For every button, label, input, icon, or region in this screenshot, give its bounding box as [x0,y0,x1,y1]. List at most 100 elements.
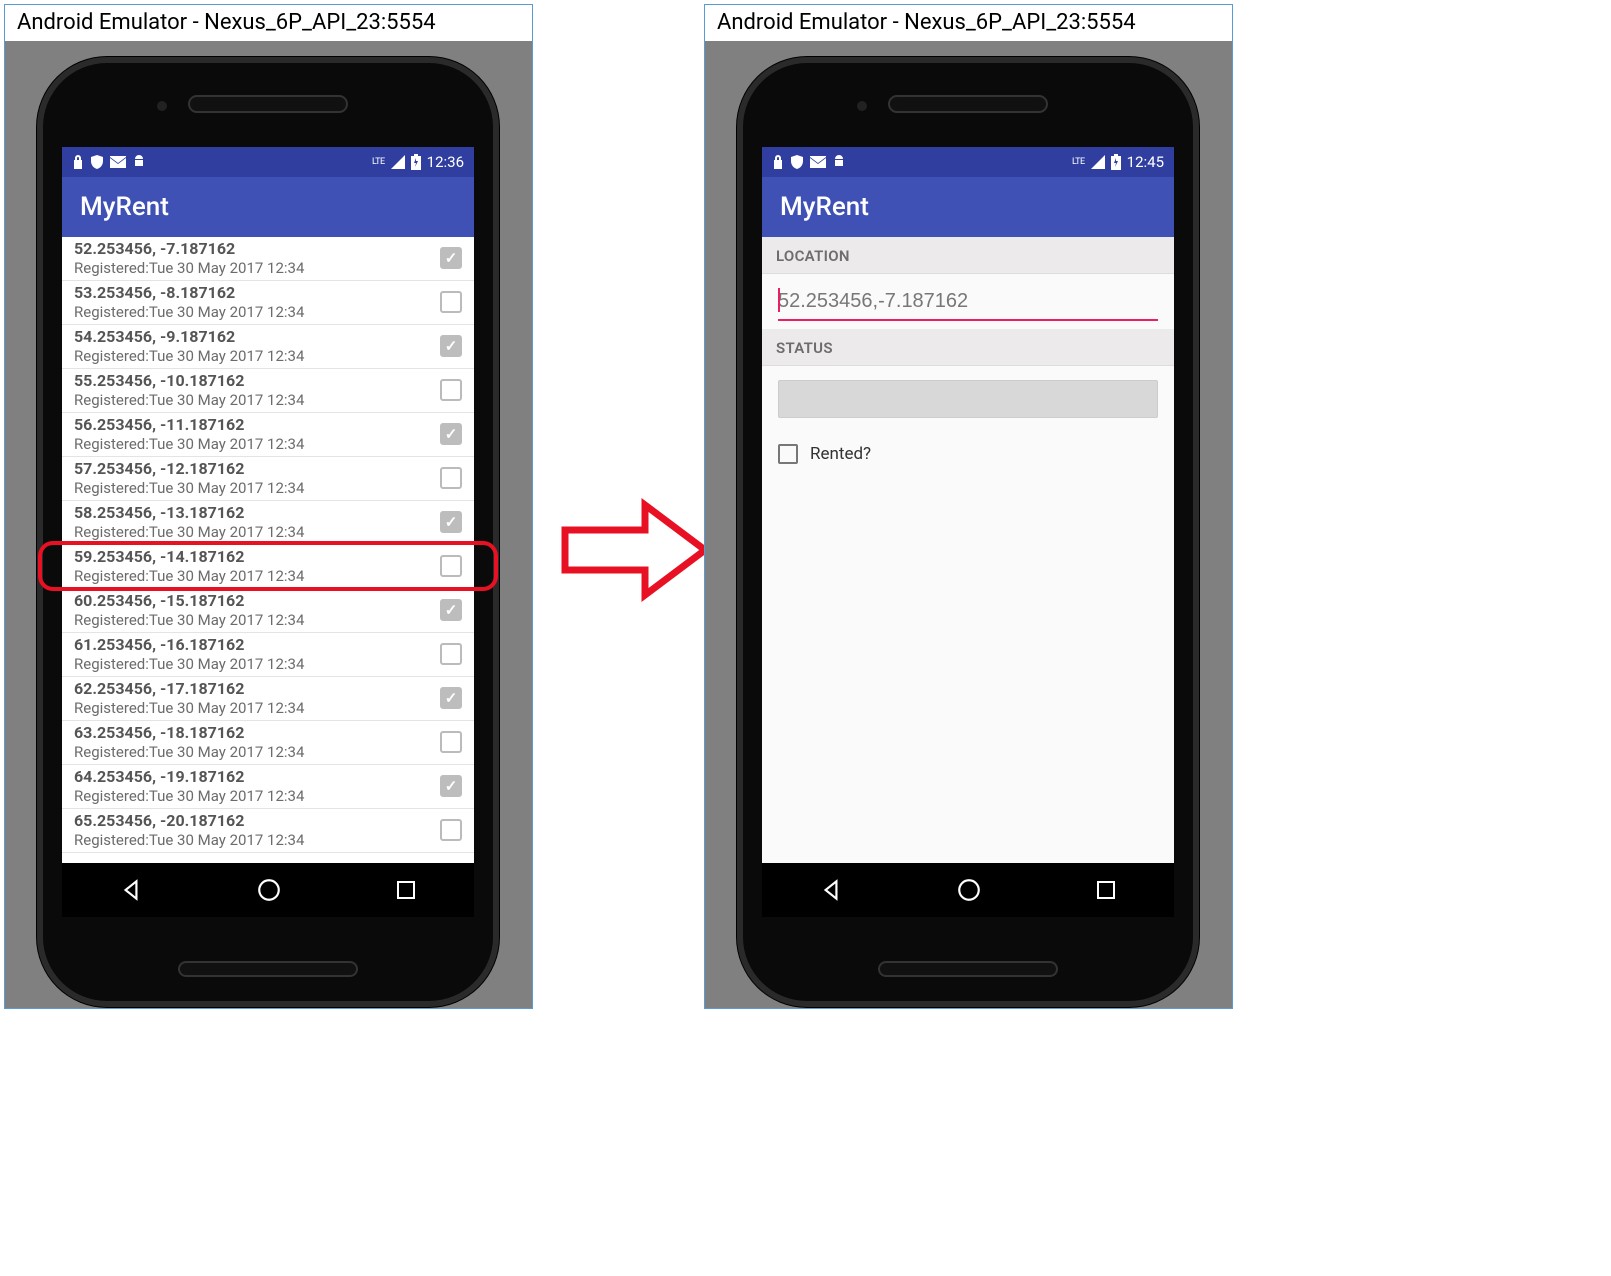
list-item-coords: 57.253456, -12.187162 [74,459,432,478]
status-time: 12:36 [427,153,464,171]
list-item-registered: Registered:Tue 30 May 2017 12:34 [74,479,432,497]
lock-icon [772,155,784,169]
app-title: MyRent [80,192,169,222]
android-status-bar: LTE 12:36 [62,147,474,177]
nav-back-icon[interactable] [818,877,844,903]
device-screen: LTE 12:45 MyRent LOCATION STATUS [762,147,1174,917]
app-bar: MyRent [762,177,1174,237]
list-item[interactable]: 63.253456, -18.187162Registered:Tue 30 M… [62,721,474,765]
lte-indicator: LTE [1072,157,1085,167]
location-input[interactable] [778,286,1158,321]
list-item-registered: Registered:Tue 30 May 2017 12:34 [74,347,432,365]
list-item-checkbox[interactable] [440,247,462,269]
phone-frame: LTE 12:45 MyRent LOCATION STATUS [737,57,1199,1007]
earpiece-speaker [188,95,348,113]
list-item[interactable]: 61.253456, -16.187162Registered:Tue 30 M… [62,633,474,677]
camera-dot [857,101,867,111]
list-item-checkbox[interactable] [440,335,462,357]
app-title: MyRent [780,192,869,222]
list-item-checkbox[interactable] [440,379,462,401]
list-item-registered: Registered:Tue 30 May 2017 12:34 [74,303,432,321]
list-item-coords: 53.253456, -8.187162 [74,283,432,302]
emulator-window-left: Android Emulator - Nexus_6P_API_23:5554 … [4,4,533,1009]
nav-recent-icon[interactable] [394,878,418,902]
bottom-speaker [878,961,1058,977]
earpiece-speaker [888,95,1048,113]
list-item-coords: 59.253456, -14.187162 [74,547,432,566]
android-icon [832,155,846,169]
list-item-registered: Registered:Tue 30 May 2017 12:34 [74,831,432,849]
list-item[interactable]: 54.253456, -9.187162Registered:Tue 30 Ma… [62,325,474,369]
list-item-checkbox[interactable] [440,423,462,445]
mail-icon [810,156,826,168]
list-item-checkbox[interactable] [440,731,462,753]
list-item-coords: 52.253456, -7.187162 [74,239,432,258]
list-item-checkbox[interactable] [440,643,462,665]
nav-home-icon[interactable] [256,877,282,903]
list-item[interactable]: 56.253456, -11.187162Registered:Tue 30 M… [62,413,474,457]
arrow-annotation [560,490,710,610]
emulator-window-right: Android Emulator - Nexus_6P_API_23:5554 … [704,4,1233,1009]
list-item[interactable]: 64.253456, -19.187162Registered:Tue 30 M… [62,765,474,809]
list-item-coords: 56.253456, -11.187162 [74,415,432,434]
list-item-registered: Registered:Tue 30 May 2017 12:34 [74,655,432,673]
list-item-checkbox[interactable] [440,555,462,577]
status-date-button[interactable] [778,380,1158,418]
list-item-coords: 65.253456, -20.187162 [74,811,432,830]
rented-checkbox[interactable] [778,444,798,464]
emulator-title: Android Emulator - Nexus_6P_API_23:5554 [5,5,532,41]
list-item[interactable]: 62.253456, -17.187162Registered:Tue 30 M… [62,677,474,721]
list-item-coords: 60.253456, -15.187162 [74,591,432,610]
bottom-speaker [178,961,358,977]
shield-icon [790,155,804,169]
list-item-registered: Registered:Tue 30 May 2017 12:34 [74,743,432,761]
text-cursor [778,288,780,312]
list-item-registered: Registered:Tue 30 May 2017 12:34 [74,787,432,805]
android-nav-bar [62,863,474,917]
residences-list[interactable]: 52.253456, -7.187162Registered:Tue 30 Ma… [62,237,474,863]
lte-indicator: LTE [372,157,385,167]
battery-charging-icon [411,154,421,170]
list-item-coords: 64.253456, -19.187162 [74,767,432,786]
list-item-registered: Registered:Tue 30 May 2017 12:34 [74,567,432,585]
list-item-checkbox[interactable] [440,819,462,841]
list-item[interactable]: 59.253456, -14.187162Registered:Tue 30 M… [62,545,474,589]
status-time: 12:45 [1127,153,1164,171]
list-item[interactable]: 57.253456, -12.187162Registered:Tue 30 M… [62,457,474,501]
list-item-checkbox[interactable] [440,467,462,489]
list-item[interactable]: 65.253456, -20.187162Registered:Tue 30 M… [62,809,474,853]
detail-form: LOCATION STATUS Rented? [762,237,1174,863]
list-item[interactable]: 53.253456, -8.187162Registered:Tue 30 Ma… [62,281,474,325]
camera-dot [157,101,167,111]
list-item-coords: 55.253456, -10.187162 [74,371,432,390]
nav-back-icon[interactable] [118,877,144,903]
list-item-checkbox[interactable] [440,511,462,533]
android-nav-bar [762,863,1174,917]
device-screen: LTE 12:36 MyRent 52.253456, -7.187162Reg… [62,147,474,917]
list-item-checkbox[interactable] [440,599,462,621]
app-bar: MyRent [62,177,474,237]
list-item-checkbox[interactable] [440,775,462,797]
list-item[interactable]: 60.253456, -15.187162Registered:Tue 30 M… [62,589,474,633]
signal-icon [391,155,405,169]
list-item-coords: 63.253456, -18.187162 [74,723,432,742]
list-item-registered: Registered:Tue 30 May 2017 12:34 [74,523,432,541]
list-item-coords: 61.253456, -16.187162 [74,635,432,654]
nav-recent-icon[interactable] [1094,878,1118,902]
list-item-registered: Registered:Tue 30 May 2017 12:34 [74,435,432,453]
lock-icon [72,155,84,169]
list-item[interactable]: 58.253456, -13.187162Registered:Tue 30 M… [62,501,474,545]
list-item-coords: 58.253456, -13.187162 [74,503,432,522]
list-item-registered: Registered:Tue 30 May 2017 12:34 [74,259,432,277]
list-item-checkbox[interactable] [440,291,462,313]
list-item-coords: 54.253456, -9.187162 [74,327,432,346]
nav-home-icon[interactable] [956,877,982,903]
rented-label: Rented? [810,444,871,464]
android-status-bar: LTE 12:45 [762,147,1174,177]
section-header-location: LOCATION [762,237,1174,274]
list-item[interactable]: 52.253456, -7.187162Registered:Tue 30 Ma… [62,237,474,281]
list-item-checkbox[interactable] [440,687,462,709]
list-item-coords: 62.253456, -17.187162 [74,679,432,698]
battery-charging-icon [1111,154,1121,170]
list-item[interactable]: 55.253456, -10.187162Registered:Tue 30 M… [62,369,474,413]
